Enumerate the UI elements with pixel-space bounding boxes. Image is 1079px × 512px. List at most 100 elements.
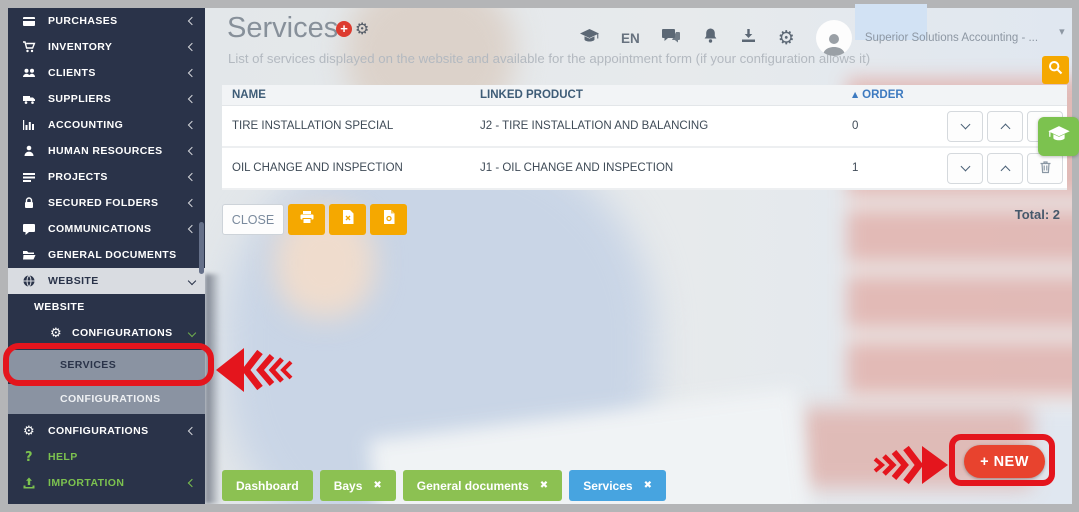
chevron-left-icon — [188, 121, 196, 129]
export-excel-button[interactable] — [329, 204, 366, 235]
sidebar-item-human-resources[interactable]: HUMAN RESOURCES — [8, 138, 205, 164]
chevron-left-icon — [188, 95, 196, 103]
sidebar-item-services[interactable]: SERVICES — [8, 350, 205, 380]
sidebar-item-configurations[interactable]: ⚙ CONFIGURATIONS — [8, 418, 205, 444]
upload-icon — [20, 476, 38, 490]
cart-icon — [20, 40, 38, 54]
chevron-left-icon — [188, 173, 196, 181]
sidebar-item-help[interactable]: ? HELP — [8, 444, 205, 470]
chevron-left-icon — [188, 199, 196, 207]
photo-background — [205, 8, 1072, 504]
purchases-icon — [20, 14, 38, 28]
sidebar-item-communications[interactable]: COMMUNICATIONS — [8, 216, 205, 242]
column-header-linked-product[interactable]: LINKED PRODUCT — [480, 89, 852, 101]
chevron-left-icon — [188, 17, 196, 25]
avatar[interactable] — [816, 20, 852, 56]
download-button[interactable] — [740, 28, 757, 49]
sidebar-scrollbar[interactable] — [199, 222, 204, 274]
delete-button[interactable] — [1027, 153, 1063, 184]
sidebar-item-label: CONFIGURATIONS — [72, 327, 189, 339]
search-button[interactable] — [1042, 56, 1069, 84]
services-table: NAME LINKED PRODUCT ▲ORDER TIRE INSTALLA… — [222, 85, 1067, 190]
download-icon — [740, 28, 757, 49]
sidebar-item-clients[interactable]: CLIENTS — [8, 60, 205, 86]
settings-gear-icon[interactable]: ⚙ — [778, 29, 795, 48]
training-button[interactable] — [579, 28, 600, 49]
photo-shadow — [205, 274, 221, 504]
notifications-button[interactable] — [702, 27, 719, 49]
column-header-name[interactable]: NAME — [222, 89, 480, 101]
tab-general-documents[interactable]: General documents✖ — [403, 470, 562, 501]
close-button[interactable]: CLOSE — [222, 204, 284, 235]
main-content: Services + ⚙ List of services displayed … — [205, 8, 1072, 504]
tutorials-button[interactable] — [1038, 117, 1079, 156]
close-tab-icon[interactable]: ✖ — [373, 480, 381, 491]
list-icon — [20, 170, 38, 184]
chevron-left-icon — [188, 479, 196, 487]
tab-services[interactable]: Services✖ — [569, 470, 666, 501]
sidebar-item-suppliers[interactable]: SUPPLIERS — [8, 86, 205, 112]
gear-icon: ⚙ — [20, 425, 38, 438]
export-pdf-button[interactable] — [370, 204, 407, 235]
sidebar-item-label: WEBSITE — [48, 275, 189, 287]
tab-dashboard[interactable]: Dashboard — [222, 470, 313, 501]
move-up-button[interactable] — [987, 153, 1023, 184]
sidebar-item-projects[interactable]: PROJECTS — [8, 164, 205, 190]
sidebar-item-configurations-sub2[interactable]: CONFIGURATIONS — [8, 384, 205, 414]
sidebar-item-label: WEBSITE — [34, 301, 195, 313]
sidebar-item-website[interactable]: WEBSITE — [8, 268, 205, 294]
sidebar-item-label: PROJECTS — [48, 171, 189, 183]
messages-button[interactable] — [661, 28, 681, 49]
sidebar-item-secured-folders[interactable]: SECURED FOLDERS — [8, 190, 205, 216]
cell-name: OIL CHANGE AND INSPECTION — [222, 162, 480, 174]
account-selector[interactable]: Superior Solutions Accounting - ... — [865, 32, 1038, 44]
column-header-order[interactable]: ▲ORDER — [852, 89, 1067, 101]
close-tab-icon[interactable]: ✖ — [540, 480, 548, 491]
sidebar-item-label: CLIENTS — [48, 67, 189, 79]
lock-icon — [20, 196, 38, 210]
chevron-down-icon — [960, 120, 970, 130]
sidebar-item-label: GENERAL DOCUMENTS — [48, 249, 195, 261]
new-button[interactable]: + NEW — [964, 445, 1045, 478]
chevron-down-icon — [960, 162, 970, 172]
sidebar-item-accounting[interactable]: ACCOUNTING — [8, 112, 205, 138]
bell-icon — [702, 27, 719, 49]
close-tab-icon[interactable]: ✖ — [644, 480, 652, 491]
row-actions — [947, 153, 1063, 184]
trash-icon — [1039, 160, 1052, 177]
sidebar-item-general-documents[interactable]: GENERAL DOCUMENTS — [8, 242, 205, 268]
pdf-file-icon — [382, 209, 396, 230]
language-selector[interactable]: EN — [621, 31, 640, 46]
table-row[interactable]: OIL CHANGE AND INSPECTION J1 - OIL CHANG… — [222, 148, 1067, 190]
caret-down-icon: ▾ — [1059, 25, 1065, 38]
sidebar-item-label: CONFIGURATIONS — [60, 393, 195, 405]
chevron-left-icon — [188, 43, 196, 51]
table-row[interactable]: TIRE INSTALLATION SPECIAL J2 - TIRE INST… — [222, 106, 1067, 148]
sidebar-item-purchases[interactable]: PURCHASES — [8, 8, 205, 34]
sidebar-item-label: HUMAN RESOURCES — [48, 145, 189, 157]
sidebar-item-label: SECURED FOLDERS — [48, 197, 189, 209]
globe-icon — [20, 274, 38, 288]
cell-linked-product: J1 - OIL CHANGE AND INSPECTION — [480, 162, 852, 174]
move-down-button[interactable] — [947, 153, 983, 184]
sidebar-item-label: CONFIGURATIONS — [48, 425, 189, 437]
move-up-button[interactable] — [987, 111, 1023, 142]
print-button[interactable] — [288, 204, 325, 235]
add-service-icon[interactable]: + — [336, 21, 352, 37]
tab-bays[interactable]: Bays✖ — [320, 470, 396, 501]
bar-chart-icon — [20, 118, 38, 132]
printer-icon — [299, 210, 315, 230]
page-settings-icon[interactable]: ⚙ — [355, 19, 369, 38]
screenshot-frame: PURCHASES INVENTORY CLIENTS SUPPLIERS AC… — [0, 0, 1079, 512]
sidebar-item-configurations-sub[interactable]: ⚙ CONFIGURATIONS — [8, 320, 205, 346]
move-down-button[interactable] — [947, 111, 983, 142]
chevron-up-icon — [1000, 124, 1010, 134]
sidebar-item-label: SUPPLIERS — [48, 93, 189, 105]
chevron-down-icon — [188, 329, 196, 337]
sidebar-item-inventory[interactable]: INVENTORY — [8, 34, 205, 60]
cell-linked-product: J2 - TIRE INSTALLATION AND BALANCING — [480, 120, 852, 132]
sidebar-subheader-website[interactable]: WEBSITE — [8, 294, 205, 320]
sidebar-item-tools[interactable]: TOOLS — [8, 496, 205, 504]
sidebar-item-importation[interactable]: IMPORTATION — [8, 470, 205, 496]
sidebar: PURCHASES INVENTORY CLIENTS SUPPLIERS AC… — [8, 8, 205, 504]
